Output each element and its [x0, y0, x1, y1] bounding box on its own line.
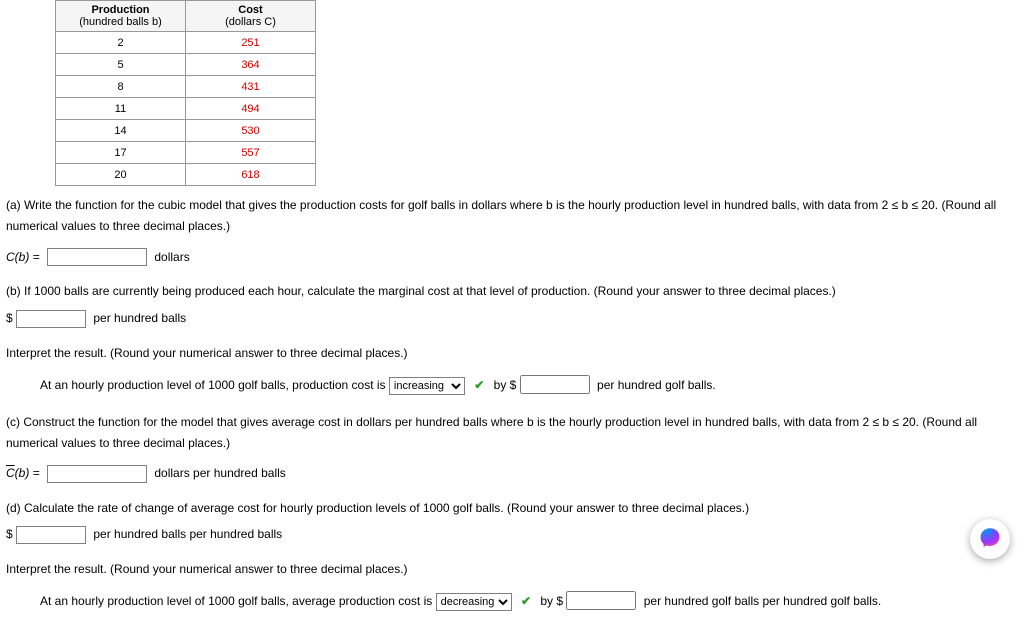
interpret-d-input[interactable]	[566, 591, 636, 610]
answer-d: $ per hundred balls per hundred balls	[6, 526, 1018, 544]
answer-b-unit: per hundred balls	[93, 311, 186, 325]
table-row: 14530	[56, 120, 316, 142]
answer-c: C(b) = dollars per hundred balls	[6, 465, 1018, 483]
cell-cost: 364	[186, 54, 316, 76]
cell-cost: 431	[186, 76, 316, 98]
answer-b: $ per hundred balls	[6, 310, 1018, 328]
interpret-d-unit: per hundred golf balls per hundred golf …	[644, 594, 882, 608]
interpret-b-unit: per hundred golf balls.	[597, 378, 716, 392]
answer-c-unit: dollars per hundred balls	[154, 466, 285, 480]
cell-cost: 494	[186, 98, 316, 120]
interpret-d-prompt: Interpret the result. (Round your numeri…	[6, 560, 1018, 579]
question-d: (d) Calculate the rate of change of aver…	[6, 499, 1018, 518]
cell-cost: 530	[186, 120, 316, 142]
answer-b-dollar: $	[6, 311, 13, 325]
check-icon: ✔	[521, 594, 531, 608]
cell-production: 20	[56, 164, 186, 186]
table-row: 11494	[56, 98, 316, 120]
question-a-text-2: numerical values to three decimal places…	[6, 217, 1018, 236]
question-a: (a) Write the function for the cubic mod…	[6, 196, 1018, 236]
cell-production: 2	[56, 32, 186, 54]
answer-a-input[interactable]	[47, 248, 147, 266]
interpret-d: At an hourly production level of 1000 go…	[40, 591, 1018, 611]
cell-production: 17	[56, 142, 186, 164]
question-a-text-1: (a) Write the function for the cubic mod…	[6, 196, 1018, 215]
table-row: 20618	[56, 164, 316, 186]
cell-cost: 251	[186, 32, 316, 54]
answer-d-input[interactable]	[16, 526, 86, 544]
interpret-b-by: by $	[494, 378, 517, 392]
table-row: 17557	[56, 142, 316, 164]
interpret-b-pre: At an hourly production level of 1000 go…	[40, 378, 386, 392]
interpret-b-input[interactable]	[520, 375, 590, 394]
interpret-b: At an hourly production level of 1000 go…	[40, 375, 1018, 395]
production-cost-table: Production (hundred balls b) Cost (dolla…	[55, 0, 316, 186]
answer-c-input[interactable]	[47, 465, 147, 483]
cell-production: 8	[56, 76, 186, 98]
interpret-b-prompt: Interpret the result. (Round your numeri…	[6, 344, 1018, 363]
table-row: 5364	[56, 54, 316, 76]
check-icon: ✔	[474, 378, 484, 392]
cell-production: 14	[56, 120, 186, 142]
question-b-text: (b) If 1000 balls are currently being pr…	[6, 282, 1018, 301]
cell-cost: 618	[186, 164, 316, 186]
messenger-icon	[979, 527, 1001, 552]
answer-a-unit: dollars	[154, 250, 189, 264]
question-b: (b) If 1000 balls are currently being pr…	[6, 282, 1018, 301]
question-d-text: (d) Calculate the rate of change of aver…	[6, 499, 1018, 518]
cell-production: 5	[56, 54, 186, 76]
question-c: (c) Construct the function for the model…	[6, 413, 1018, 453]
interpret-d-by: by $	[540, 594, 563, 608]
interpret-d-select[interactable]: increasingdecreasing	[436, 593, 512, 611]
cell-cost: 557	[186, 142, 316, 164]
answer-b-input[interactable]	[16, 310, 86, 328]
table-row: 2251	[56, 32, 316, 54]
answer-a-lhs: C(b) =	[6, 250, 40, 264]
answer-c-lhs: C(b) =	[6, 466, 40, 480]
table-row: 8431	[56, 76, 316, 98]
data-table-container: Production (hundred balls b) Cost (dolla…	[55, 0, 1024, 186]
messenger-button[interactable]	[970, 519, 1010, 559]
interpret-d-pre: At an hourly production level of 1000 go…	[40, 594, 432, 608]
answer-d-dollar: $	[6, 527, 13, 541]
cell-production: 11	[56, 98, 186, 120]
question-c-text-2: numerical values to three decimal places…	[6, 434, 1018, 453]
table-header-cost: Cost (dollars C)	[186, 1, 316, 32]
table-header-production: Production (hundred balls b)	[56, 1, 186, 32]
answer-d-unit: per hundred balls per hundred balls	[93, 527, 282, 541]
interpret-b-select[interactable]: increasingdecreasing	[389, 377, 465, 395]
answer-a: C(b) = dollars	[6, 248, 1018, 266]
question-c-text-1: (c) Construct the function for the model…	[6, 413, 1018, 432]
